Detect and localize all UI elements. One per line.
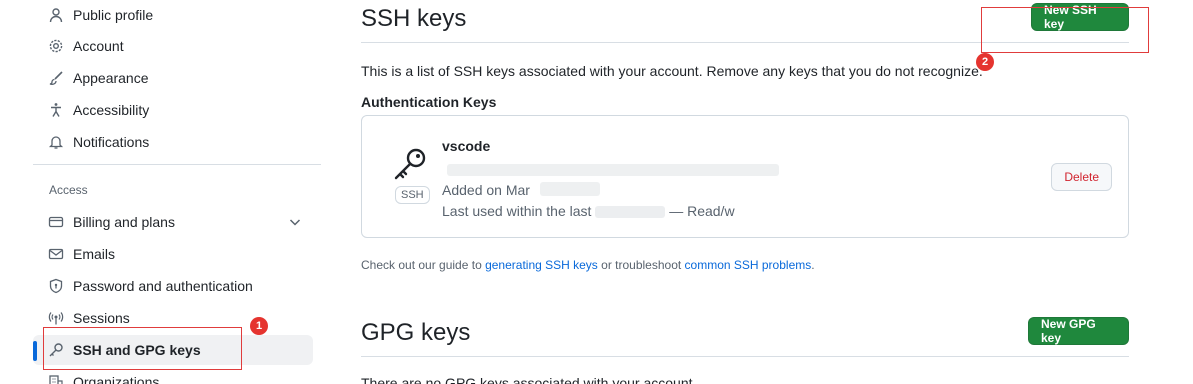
- sidebar-item-label: Billing and plans: [73, 214, 175, 230]
- sidebar-item-accessibility[interactable]: Accessibility: [33, 95, 313, 125]
- redacted-date: [540, 182, 600, 196]
- bell-icon: [48, 134, 64, 150]
- ssh-badge: SSH: [395, 186, 430, 204]
- key-added-date: Added on Mar: [442, 182, 530, 198]
- organization-icon: [48, 374, 64, 384]
- annotation-box-1: [43, 327, 242, 370]
- sidebar-divider: [33, 164, 321, 165]
- authentication-keys-heading: Authentication Keys: [361, 94, 497, 110]
- delete-key-button[interactable]: Delete: [1051, 163, 1112, 191]
- ssh-keys-title: SSH keys: [361, 5, 467, 32]
- sidebar-item-label: Appearance: [73, 70, 149, 86]
- main-content: SSH keys New SSH key This is a list of S…: [361, 0, 1129, 384]
- annotation-box-2: [981, 7, 1149, 53]
- key-title: vscode: [442, 138, 491, 154]
- person-icon: [48, 7, 64, 23]
- broadcast-icon: [48, 310, 64, 326]
- guide-middle: or troubleshoot: [597, 258, 685, 272]
- ssh-guide-text: Check out our guide to generating SSH ke…: [361, 258, 815, 272]
- sidebar-item-label: Organizations: [73, 374, 160, 384]
- common-ssh-problems-link[interactable]: common SSH problems: [685, 258, 812, 272]
- sidebar-item-appearance[interactable]: Appearance: [33, 63, 313, 93]
- sidebar-item-public-profile[interactable]: Public profile: [33, 0, 313, 30]
- gpg-title-divider: [361, 356, 1129, 357]
- guide-prefix: Check out our guide to: [361, 258, 486, 272]
- sidebar-item-account[interactable]: Account: [33, 31, 313, 61]
- sidebar-item-label: Sessions: [73, 310, 130, 326]
- new-gpg-key-button[interactable]: New GPG key: [1028, 317, 1129, 345]
- sidebar-section-heading: Access: [49, 183, 88, 197]
- paintbrush-icon: [48, 70, 64, 86]
- key-last-used: Last used within the last — Read/w: [442, 203, 735, 219]
- ssh-key-card: SSH vscode Added on Mar Last used within…: [361, 115, 1129, 238]
- gpg-empty-text: There are no GPG keys associated with yo…: [361, 375, 697, 384]
- sidebar-item-password-auth[interactable]: Password and authentication: [33, 271, 313, 301]
- sidebar-item-label: Public profile: [73, 7, 154, 23]
- accessibility-icon: [48, 102, 64, 118]
- sidebar-item-label: Accessibility: [73, 102, 150, 118]
- guide-suffix: .: [811, 258, 815, 272]
- mail-icon: [48, 246, 64, 262]
- gear-icon: [48, 38, 64, 54]
- generating-ssh-keys-link[interactable]: generating SSH keys: [485, 258, 598, 272]
- redacted-fingerprint: [447, 164, 779, 176]
- sidebar-item-notifications[interactable]: Notifications: [33, 127, 313, 157]
- chevron-down-icon[interactable]: [287, 214, 303, 230]
- sidebar-item-emails[interactable]: Emails: [33, 239, 313, 269]
- redacted-duration: [595, 206, 666, 219]
- sidebar-item-label: Password and authentication: [73, 278, 253, 294]
- credit-card-icon: [48, 214, 64, 230]
- sidebar-item-billing[interactable]: Billing and plans: [33, 207, 313, 237]
- last-used-prefix: Last used within the last: [442, 203, 592, 219]
- annotation-marker-1: 1: [250, 317, 268, 335]
- ssh-description: This is a list of SSH keys associated wi…: [361, 63, 983, 79]
- sidebar-item-label: Notifications: [73, 134, 150, 150]
- last-used-suffix: — Read/w: [669, 203, 735, 219]
- gpg-keys-title: GPG keys: [361, 319, 471, 346]
- sidebar-item-label: Account: [73, 38, 124, 54]
- sidebar-item-label: Emails: [73, 246, 116, 262]
- annotation-marker-2: 2: [976, 53, 994, 71]
- key-icon: [392, 146, 428, 182]
- shield-lock-icon: [48, 278, 64, 294]
